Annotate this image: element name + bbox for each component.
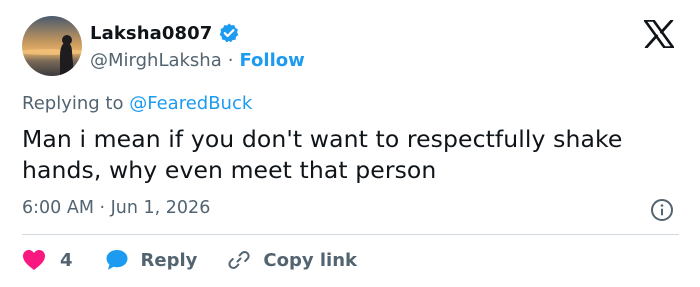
copy-link-button[interactable]: Copy link <box>227 248 357 272</box>
verified-badge-icon <box>218 22 240 44</box>
info-icon[interactable] <box>650 198 674 222</box>
reply-context: Replying to @FearedBuck <box>22 93 252 114</box>
avatar[interactable] <box>22 16 82 76</box>
tweet-timestamp[interactable]: 6:00 AM · Jun 1, 2026 <box>22 198 210 218</box>
x-logo-icon[interactable] <box>643 19 675 49</box>
reply-label: Reply <box>140 249 198 271</box>
heart-icon <box>23 250 45 270</box>
like-count: 4 <box>60 249 73 271</box>
divider <box>22 234 679 235</box>
tweet-text: Man i mean if you don't want to respectf… <box>22 125 623 184</box>
author-name-row: Laksha0807 <box>90 20 240 46</box>
like-button[interactable]: 4 <box>22 249 73 271</box>
link-icon <box>228 251 250 269</box>
reply-button[interactable]: Reply <box>105 248 198 272</box>
follow-button[interactable]: Follow <box>239 50 304 71</box>
reply-bubble-icon <box>106 250 128 270</box>
reply-context-prefix: Replying to <box>22 93 124 114</box>
tweet-card: Laksha0807 @MirghLaksha · Follow Replyin… <box>0 0 700 287</box>
action-bar: 4 Reply Copy link <box>22 246 357 274</box>
author-handle-row: @MirghLaksha · Follow <box>90 47 305 73</box>
copy-link-label: Copy link <box>263 249 357 271</box>
reply-mention-link[interactable]: @FearedBuck <box>129 93 252 114</box>
separator: · <box>227 49 234 71</box>
author-display-name[interactable]: Laksha0807 <box>90 23 212 44</box>
author-handle[interactable]: @MirghLaksha <box>90 50 222 71</box>
